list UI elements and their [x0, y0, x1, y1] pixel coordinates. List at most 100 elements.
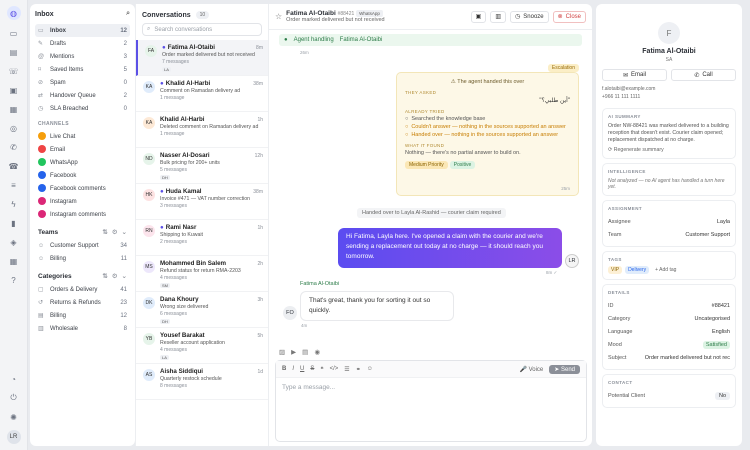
- email-button[interactable]: ✉ Email: [602, 69, 667, 81]
- sidebar-item-sla-breached[interactable]: ◷ SLA Breached 0: [35, 102, 130, 115]
- conversation-item[interactable]: FA ● Fatima Al-Otaibi 8m Order marked delive…: [136, 40, 268, 76]
- sidebar-item-saved-items[interactable]: ⌑ Saved Items 5: [35, 63, 130, 76]
- channel-facebook[interactable]: Facebook: [35, 169, 130, 182]
- channel-instagram[interactable]: Instagram: [35, 195, 130, 208]
- thread-subject: Order marked delivered but not received: [286, 17, 385, 23]
- contacts-icon[interactable]: ☏: [8, 65, 20, 77]
- phone-icon[interactable]: ✆: [8, 141, 20, 153]
- potential-client-toggle[interactable]: No: [714, 391, 730, 400]
- regenerate-button[interactable]: ⟳ Regenerate summary: [608, 147, 730, 153]
- conversation-item[interactable]: YB Yousef Barakat 5h Reseller account appli…: [136, 328, 268, 364]
- conversation-item[interactable]: KA ● Khalid Al-Harbi 38m Comment on Ramadan …: [136, 76, 268, 112]
- sidebar-item-spam[interactable]: ⊘ Spam 0: [35, 76, 130, 89]
- sidebar-item-drafts[interactable]: ✎ Drafts 2: [35, 37, 130, 50]
- conversation-time: 3h: [257, 297, 263, 303]
- code-icon[interactable]: </>: [330, 366, 339, 372]
- bell-icon[interactable]: ◔: [8, 373, 20, 385]
- bolt-icon[interactable]: ϟ: [8, 198, 20, 210]
- search-input[interactable]: ⌕ Search conversations: [142, 23, 262, 36]
- composer: B I U S ❝ </> ☰ ⚭ ☺ 🎤 Voice ➤ Send Type a messag…: [275, 360, 587, 442]
- team-1[interactable]: ☺ Billing 11: [35, 252, 130, 265]
- italic-icon[interactable]: I: [292, 366, 294, 372]
- contact-email[interactable]: f.alotaibi@example.com: [602, 86, 736, 92]
- table-icon[interactable]: ▦: [8, 255, 20, 267]
- conversation-item[interactable]: AS Aisha Siddiqui 1d Quarterly restock sche…: [136, 364, 268, 400]
- bold-icon[interactable]: B: [282, 366, 286, 372]
- call-icon[interactable]: ☎: [8, 160, 20, 172]
- message-input[interactable]: Type a message...: [276, 378, 586, 397]
- call-button[interactable]: ✆ Call: [671, 69, 736, 81]
- conversation-item[interactable]: MS Mohammed Bin Salem 2h Refund status for …: [136, 256, 268, 292]
- team-0[interactable]: ☺ Customer Support 34: [35, 239, 130, 252]
- categories-header[interactable]: Categories ⇅ ⚙ ⌄: [35, 269, 130, 283]
- contact-name: Fatima Al-Otaibi: [286, 10, 336, 17]
- list-icon[interactable]: ☰: [344, 366, 349, 373]
- detail-row[interactable]: ID #88421: [608, 299, 730, 312]
- category-3[interactable]: ▥ Wholesale 8: [35, 322, 130, 335]
- conversation-item[interactable]: KA Khalid Al-Harbi 1h Deleted comment on Ra…: [136, 112, 268, 148]
- user-avatar[interactable]: LR: [6, 430, 21, 444]
- sliders-icon[interactable]: ≡: [8, 179, 20, 191]
- help-icon[interactable]: ?: [8, 274, 20, 286]
- snooze-button[interactable]: ◷ Snooze: [510, 10, 549, 23]
- document-icon[interactable]: ▤: [8, 46, 20, 58]
- channel-instagram-comments[interactable]: Instagram comments: [35, 208, 130, 221]
- image-icon[interactable]: ▨: [279, 348, 285, 356]
- conversation-time: 2h: [257, 261, 263, 267]
- chat-logo-icon[interactable]: ◍: [6, 6, 21, 20]
- send-button[interactable]: ➤ Send: [549, 364, 580, 374]
- teams-header[interactable]: Teams ⇅ ⚙ ⌄: [35, 225, 130, 239]
- conversation-preview: Shipping to Kuwait: [160, 232, 203, 238]
- category-2[interactable]: ▤ Billing 12: [35, 309, 130, 322]
- channel-facebook-comments[interactable]: Facebook comments: [35, 182, 130, 195]
- panel-button[interactable]: ▥: [490, 10, 507, 23]
- detail-row[interactable]: Category Uncategorised: [608, 312, 730, 325]
- box-icon[interactable]: ▦: [8, 103, 20, 115]
- sidebar-item-handover-queue[interactable]: ⇄ Handover Queue 2: [35, 89, 130, 102]
- broadcast-icon[interactable]: ◎: [8, 122, 20, 134]
- sidebar-item-mentions[interactable]: @ Mentions 3: [35, 50, 130, 63]
- star-icon[interactable]: ☆: [275, 12, 282, 21]
- light-icon[interactable]: ✺: [8, 411, 20, 423]
- conversation-item[interactable]: RN ● Rami Nasr 1h Shipping to Kuwait 2 messag…: [136, 220, 268, 256]
- tag-delivery[interactable]: Delivery: [625, 266, 650, 274]
- chart-icon[interactable]: ▮: [8, 217, 20, 229]
- contact-phone[interactable]: +966 11 111 1111: [602, 94, 736, 100]
- emoji-icon[interactable]: ☺: [367, 366, 373, 372]
- category-1[interactable]: ↺ Returns & Refunds 23: [35, 296, 130, 309]
- underline-icon[interactable]: U: [300, 366, 304, 372]
- location-icon[interactable]: ◉: [314, 348, 320, 356]
- inbox-icon[interactable]: ▭: [8, 27, 20, 39]
- archive-icon[interactable]: ▣: [8, 84, 20, 96]
- link-icon[interactable]: ⚭: [356, 366, 361, 373]
- close-button[interactable]: ⊗ Close: [552, 10, 586, 23]
- quote-icon[interactable]: ❝: [320, 366, 323, 373]
- channel-whatsapp[interactable]: WhatsApp: [35, 156, 130, 169]
- layers-icon[interactable]: ◈: [8, 236, 20, 248]
- channel-icon: [38, 209, 47, 220]
- detail-row[interactable]: Mood Satisfied: [608, 338, 730, 351]
- add-tag-button[interactable]: + Add tag: [652, 266, 679, 274]
- conversation-item[interactable]: ND Nasser Al-Dosari 12h Bulk pricing for 20…: [136, 148, 268, 184]
- file-icon[interactable]: ▤: [302, 348, 308, 356]
- conversation-item[interactable]: DK Dana Khoury 3h Wrong size delivered 6 mes…: [136, 292, 268, 328]
- strike-icon[interactable]: S: [310, 366, 314, 372]
- conversation-preview: Refund status for return RMA-2203: [160, 268, 241, 274]
- channel-live-chat[interactable]: Live Chat: [35, 130, 130, 143]
- sidebar-item-inbox[interactable]: ▭ Inbox 12: [35, 24, 130, 37]
- layout-button[interactable]: ▣: [470, 10, 487, 23]
- detail-row[interactable]: Subject Order marked delivered but not re…: [608, 351, 730, 364]
- video-icon[interactable]: ▶: [291, 348, 296, 356]
- conversation-item[interactable]: HK ● Huda Kamal 38m Invoice #471 — VAT numbe…: [136, 184, 268, 220]
- team-icon: ☺: [38, 255, 45, 262]
- search-icon[interactable]: ⌕: [126, 10, 130, 18]
- conversation-name: Mohammed Bin Salem: [160, 260, 227, 267]
- category-0[interactable]: ▢ Orders & Delivery 41: [35, 283, 130, 296]
- tag-vip[interactable]: VIP: [608, 266, 623, 274]
- channel-email[interactable]: Email: [35, 143, 130, 156]
- team-field[interactable]: Team Customer Support: [608, 228, 730, 241]
- assignee-field[interactable]: Assignee Layla: [608, 215, 730, 228]
- power-icon[interactable]: ⏻: [8, 392, 20, 404]
- detail-row[interactable]: Language English: [608, 325, 730, 338]
- voice-button[interactable]: 🎤 Voice: [519, 366, 543, 373]
